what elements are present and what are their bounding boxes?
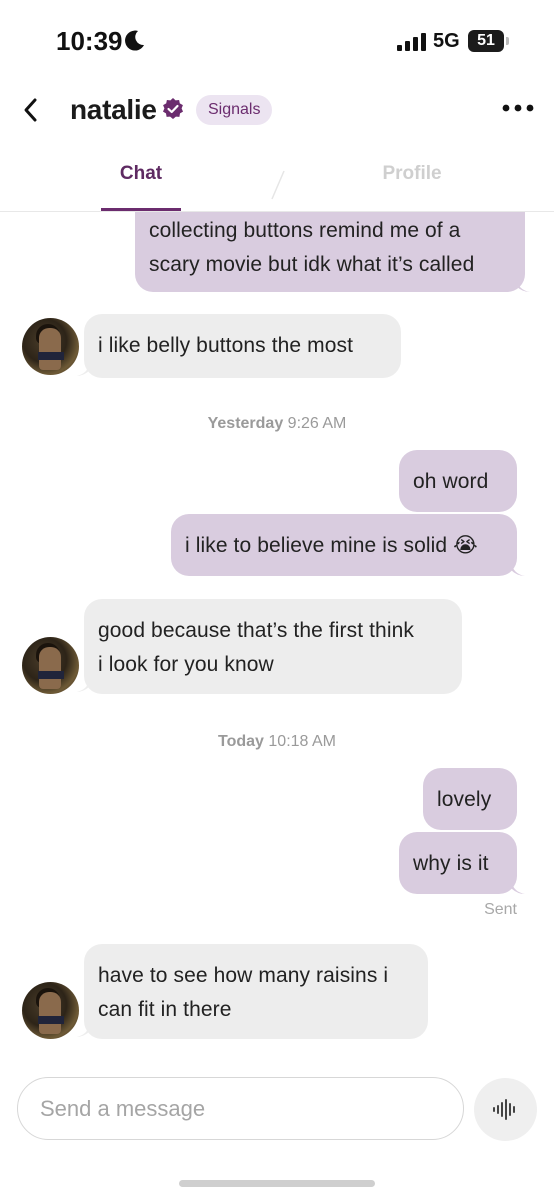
battery-icon: 51 <box>468 30 504 52</box>
timestamp-day: Today <box>218 733 264 750</box>
status-bar: 10:39 5G 51 <box>0 0 554 80</box>
verified-badge-icon <box>163 98 183 119</box>
timestamp-divider: Yesterday 9:26 AM <box>0 415 554 433</box>
home-indicator <box>179 1180 375 1187</box>
moon-icon <box>125 30 144 51</box>
message-status: Sent <box>484 901 517 918</box>
message-text-line: collecting buttons remind me of a <box>149 219 461 242</box>
signals-badge[interactable]: Signals <box>196 95 273 125</box>
message-text: lovely <box>437 788 492 811</box>
bubble-tail <box>511 562 525 576</box>
timestamp-time: 10:18 AM <box>268 733 336 750</box>
timestamp-divider: Today 10:18 AM <box>0 733 554 751</box>
message-text: oh word <box>413 470 489 493</box>
message-text-line: can fit in there <box>98 998 232 1021</box>
waveform-icon <box>493 1099 515 1120</box>
tab-chat[interactable]: Chat <box>101 163 181 185</box>
outgoing-message[interactable]: i like to believe mine is solid 😭 <box>171 514 517 576</box>
contact-name[interactable]: natalie <box>70 94 157 126</box>
more-dots-icon[interactable] <box>502 102 534 114</box>
tab-divider <box>271 170 285 200</box>
incoming-message[interactable]: i like belly buttons the most <box>84 314 401 378</box>
message-text-line: scary movie but idk what it’s called <box>149 253 475 276</box>
network-type: 5G <box>433 30 460 52</box>
contact-avatar[interactable] <box>22 982 79 1039</box>
outgoing-message[interactable]: oh word <box>399 450 517 512</box>
outgoing-message[interactable]: why is it <box>399 832 517 894</box>
message-text: i like belly buttons the most <box>98 334 354 357</box>
message-text: i like to believe mine is solid 😭 <box>185 534 478 557</box>
tab-profile[interactable]: Profile <box>372 163 452 185</box>
outgoing-message[interactable]: lovely <box>423 768 517 830</box>
message-list[interactable]: collecting buttons remind me of a scary … <box>0 212 554 1060</box>
message-input[interactable] <box>40 1092 440 1126</box>
incoming-message[interactable]: good because that’s the first think i lo… <box>84 599 462 694</box>
signal-bars-icon <box>397 33 426 51</box>
tab-bar: Chat Profile <box>0 145 554 212</box>
bubble-tail <box>76 678 90 692</box>
message-text: why is it <box>413 852 489 875</box>
bubble-tail <box>511 880 525 894</box>
bubble-tail <box>76 1023 90 1037</box>
message-text-line: good because that’s the first think <box>98 619 414 642</box>
message-text-line: i look for you know <box>98 653 274 676</box>
bubble-tail <box>76 362 90 376</box>
incoming-message[interactable]: have to see how many raisins i can fit i… <box>84 944 428 1039</box>
voice-message-button[interactable] <box>474 1078 537 1141</box>
chat-header: natalie Signals <box>0 80 554 140</box>
contact-avatar[interactable] <box>22 318 79 375</box>
bubble-tail <box>516 278 530 292</box>
timestamp-time: 9:26 AM <box>287 415 347 432</box>
message-composer <box>17 1077 464 1140</box>
battery-tip <box>506 37 509 45</box>
message-text-line: have to see how many raisins i <box>98 964 389 987</box>
status-time: 10:39 <box>56 26 123 56</box>
outgoing-message[interactable]: collecting buttons remind me of a scary … <box>135 212 525 292</box>
active-tab-indicator <box>101 208 181 211</box>
contact-avatar[interactable] <box>22 637 79 694</box>
back-chevron-icon[interactable] <box>16 92 46 128</box>
timestamp-day: Yesterday <box>207 415 284 432</box>
